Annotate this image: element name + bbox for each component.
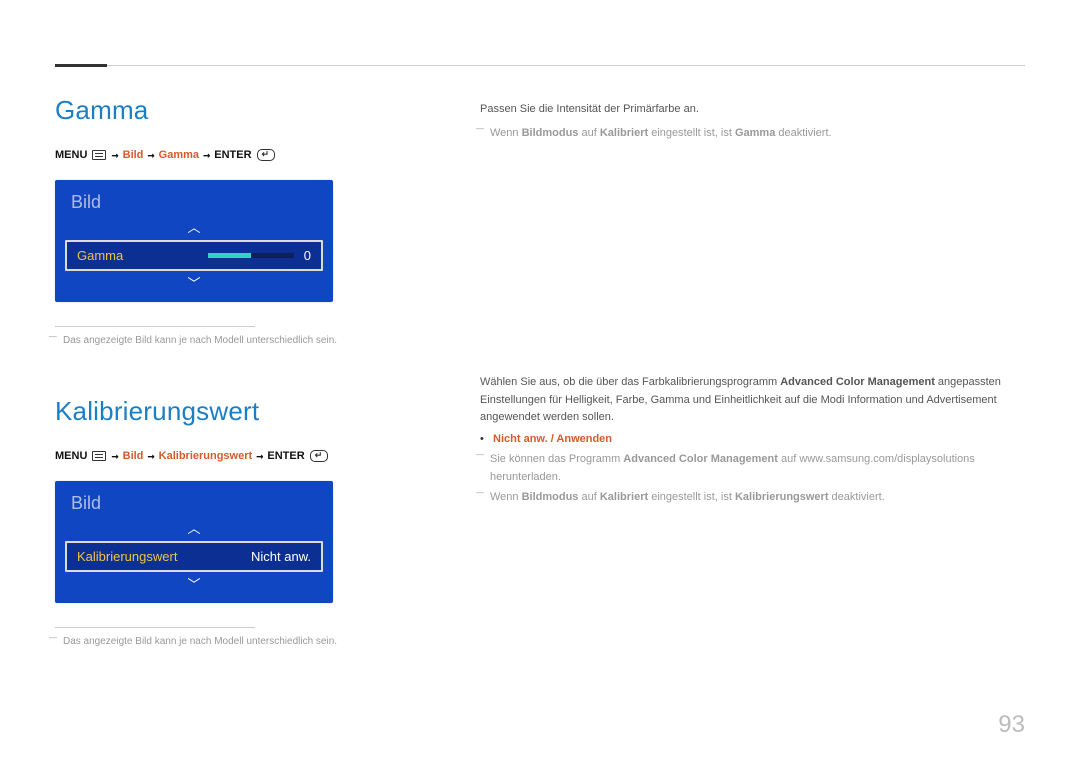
- right-column: Passen Sie die Intensität der Primärfarb…: [480, 95, 1025, 647]
- kalibrierung-note-download: Sie können das Programm Advanced Color M…: [480, 451, 1025, 486]
- note-text: auf: [578, 491, 599, 503]
- note-bold: Kalibriert: [600, 127, 648, 139]
- footnote-rule: [55, 326, 255, 327]
- gamma-description: Passen Sie die Intensität der Primärfarb…: [480, 101, 1025, 119]
- page-number: 93: [998, 711, 1025, 739]
- arrow-icon: →: [256, 449, 263, 463]
- header-rule-bold: [55, 64, 107, 67]
- left-column: Gamma MENU → Bild → Gamma → ENTER Bild ︿…: [55, 95, 390, 647]
- osd-title: Bild: [55, 180, 333, 221]
- options-row: • Nicht anw. / Anwenden: [480, 433, 1025, 445]
- slider-track: [208, 253, 294, 258]
- header-rule: [55, 65, 1025, 66]
- note-text: Wenn: [490, 491, 522, 503]
- path-kalibrierung: Kalibrierungswert: [159, 450, 253, 462]
- note-text: eingestellt ist, ist: [648, 127, 735, 139]
- osd-panel-kalibrierung: Bild ︿ Kalibrierungswert Nicht anw. ﹀: [55, 481, 333, 603]
- footnote-kalibrierung: Das angezeigte Bild kann je nach Modell …: [55, 636, 390, 647]
- menu-icon: [92, 150, 106, 160]
- chevron-down-icon[interactable]: ﹀: [55, 572, 333, 603]
- note-text: Wenn: [490, 127, 522, 139]
- note-text: eingestellt ist, ist: [648, 491, 735, 503]
- menu-path-kalibrierung: MENU → Bild → Kalibrierungswert → ENTER: [55, 449, 390, 463]
- footnote-rule: [55, 627, 255, 628]
- desc-bold: Advanced Color Management: [780, 376, 935, 388]
- heading-kalibrierung: Kalibrierungswert: [55, 396, 390, 427]
- bullet-icon: •: [480, 433, 484, 445]
- menu-path-gamma: MENU → Bild → Gamma → ENTER: [55, 148, 390, 162]
- menu-label: MENU: [55, 450, 87, 462]
- path-gamma: Gamma: [159, 149, 199, 161]
- heading-gamma: Gamma: [55, 95, 390, 126]
- page-content: Gamma MENU → Bild → Gamma → ENTER Bild ︿…: [55, 95, 1025, 647]
- osd-title: Bild: [55, 481, 333, 522]
- arrow-icon: →: [147, 449, 154, 463]
- note-text: auf: [578, 127, 599, 139]
- arrow-icon: →: [111, 148, 118, 162]
- menu-icon: [92, 451, 106, 461]
- section-gamma-right: Passen Sie die Intensität der Primärfarb…: [480, 101, 1025, 142]
- path-bild: Bild: [123, 149, 144, 161]
- section-kalibrierung-right: Wählen Sie aus, ob die über das Farbkali…: [480, 374, 1025, 507]
- note-bold: Advanced Color Management: [623, 453, 778, 465]
- chevron-up-icon[interactable]: ︿: [55, 522, 333, 541]
- osd-item-kalibrierung[interactable]: Kalibrierungswert Nicht anw.: [65, 541, 323, 572]
- option-nicht-anw: Nicht anw.: [493, 433, 548, 445]
- slider-fill: [208, 253, 251, 258]
- note-text: deaktiviert.: [829, 491, 885, 503]
- path-bild: Bild: [123, 450, 144, 462]
- note-text: Sie können das Programm: [490, 453, 623, 465]
- enter-label: ENTER: [267, 450, 304, 462]
- note-bold: Bildmodus: [522, 127, 579, 139]
- enter-icon: [257, 149, 275, 161]
- osd-item-value: 0: [304, 248, 311, 263]
- note-bold: Kalibrierungswert: [735, 491, 829, 503]
- option-anwenden: Anwenden: [556, 433, 612, 445]
- osd-item-gamma[interactable]: Gamma 0: [65, 240, 323, 271]
- chevron-down-icon[interactable]: ﹀: [55, 271, 333, 302]
- section-kalibrierung-left: Kalibrierungswert MENU → Bild → Kalibrie…: [55, 396, 390, 647]
- menu-label: MENU: [55, 149, 87, 161]
- enter-icon: [310, 450, 328, 462]
- kalibrierung-note-disabled: Wenn Bildmodus auf Kalibriert eingestell…: [480, 489, 1025, 507]
- desc-text: Wählen Sie aus, ob die über das Farbkali…: [480, 376, 780, 388]
- note-text: deaktiviert.: [775, 127, 831, 139]
- chevron-up-icon[interactable]: ︿: [55, 221, 333, 240]
- note-bold: Bildmodus: [522, 491, 579, 503]
- section-gamma-left: Gamma MENU → Bild → Gamma → ENTER Bild ︿…: [55, 95, 390, 346]
- kalibrierung-description: Wählen Sie aus, ob die über das Farbkali…: [480, 374, 1025, 427]
- osd-item-label: Gamma: [77, 248, 123, 263]
- arrow-icon: →: [203, 148, 210, 162]
- footnote-gamma: Das angezeigte Bild kann je nach Modell …: [55, 335, 390, 346]
- arrow-icon: →: [111, 449, 118, 463]
- gamma-note: Wenn Bildmodus auf Kalibriert eingestell…: [480, 125, 1025, 143]
- osd-panel-gamma: Bild ︿ Gamma 0 ﹀: [55, 180, 333, 302]
- osd-item-label: Kalibrierungswert: [77, 549, 177, 564]
- enter-label: ENTER: [214, 149, 251, 161]
- arrow-icon: →: [147, 148, 154, 162]
- note-bold: Kalibriert: [600, 491, 648, 503]
- gamma-slider[interactable]: 0: [208, 248, 311, 263]
- note-bold: Gamma: [735, 127, 775, 139]
- osd-item-value: Nicht anw.: [251, 549, 311, 564]
